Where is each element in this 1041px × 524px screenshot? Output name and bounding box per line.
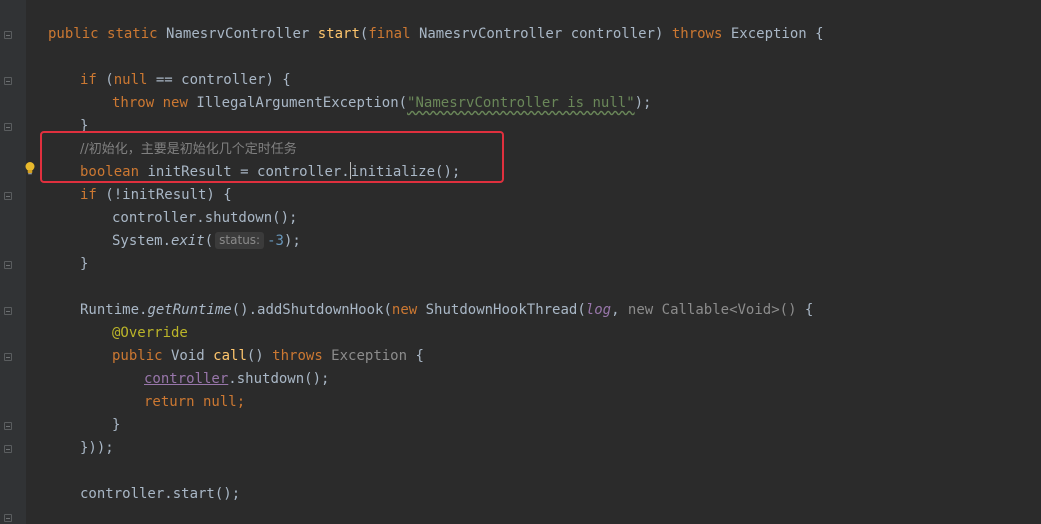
number-literal: -3 (267, 233, 284, 249)
keyword: throws (272, 348, 323, 364)
exception-type: Exception (730, 26, 807, 42)
code-editor[interactable]: public static NamesrvController start ( fi… (0, 0, 1041, 524)
editor-gutter (0, 0, 26, 524)
lightbulb-icon[interactable] (23, 161, 37, 175)
fold-marker-icon[interactable] (4, 123, 12, 131)
code-line-close-brace[interactable]: } (112, 414, 120, 437)
code-line-if-init[interactable]: if (!initResult) { (80, 184, 232, 207)
keyword: null (113, 72, 148, 88)
code-line-shutdown-hook[interactable]: Runtime.getRuntime().addShutdownHook(new… (80, 299, 813, 322)
return-type: NamesrvController (166, 26, 310, 42)
code-line-throw[interactable]: throw new IllegalArgumentException("Name… (112, 92, 651, 115)
keyword: null (194, 394, 237, 410)
code-text: == controller) { (147, 72, 291, 88)
code-line-return[interactable]: return null; (144, 391, 245, 414)
code-line-close-brace[interactable]: } (80, 253, 88, 276)
code-text: ); (283, 233, 301, 249)
code-line-start[interactable]: controller.start(); (80, 483, 240, 506)
keyword: return (144, 394, 195, 410)
param-name: controller (570, 26, 655, 42)
code-text: (!initResult) { (96, 187, 232, 203)
code-text: () (246, 348, 273, 364)
code-text: ( (204, 233, 214, 249)
keyword: public (48, 26, 99, 42)
param-type: NamesrvController (418, 26, 563, 42)
code-line-inner-shutdown[interactable]: controller.shutdown(); (144, 368, 329, 391)
fold-marker-icon[interactable] (4, 192, 12, 200)
fold-marker-icon[interactable] (4, 445, 12, 453)
code-text: { (796, 302, 814, 318)
static-field: log (585, 302, 612, 318)
code-text: Void (162, 348, 214, 364)
folded-anonymous-class: new Callable<Void>() (627, 302, 797, 318)
keyword: throws (671, 26, 723, 42)
code-text: IllegalArgumentException( (196, 95, 408, 111)
code-line-close-hook[interactable]: })); (80, 437, 114, 460)
method-name: start (317, 26, 360, 42)
code-text: .shutdown(); (228, 371, 330, 387)
fold-marker-icon[interactable] (4, 31, 12, 39)
highlight-box (40, 131, 504, 183)
code-text: System. (112, 233, 172, 249)
method-name: call (213, 348, 247, 364)
keyword: new (391, 302, 418, 318)
code-line-if-null[interactable]: if (null == controller) { (80, 69, 291, 92)
code-line-method-signature[interactable]: public static NamesrvController start(fi… (48, 23, 824, 46)
fold-marker-icon[interactable] (4, 353, 12, 361)
fold-marker-icon[interactable] (4, 261, 12, 269)
method-call: getRuntime (147, 302, 232, 318)
code-text: ); (634, 95, 652, 111)
code-text: ().addShutdownHook( (231, 302, 392, 318)
code-text: Runtime. (80, 302, 148, 318)
parameter-hint: status: (215, 232, 265, 249)
code-line-call-method[interactable]: public Void call() throws Exception { (112, 345, 424, 368)
code-text: , (611, 302, 628, 318)
keyword: if (80, 187, 97, 203)
keyword: final (368, 26, 411, 42)
fold-marker-icon[interactable] (4, 307, 12, 315)
string-literal: "NamesrvController is null" (407, 95, 635, 111)
keyword: static (107, 26, 158, 42)
exception-type: Exception (322, 348, 408, 364)
code-line-annotation[interactable]: @Override (112, 322, 188, 345)
fold-marker-icon[interactable] (4, 422, 12, 430)
code-line-system-exit[interactable]: System.exit(status: -3); (112, 230, 301, 253)
code-text: ; (236, 394, 246, 410)
code-line-shutdown[interactable]: controller.shutdown(); (112, 207, 297, 230)
captured-variable: controller (144, 371, 229, 387)
keyword: if (80, 72, 97, 88)
keyword: new (162, 95, 188, 111)
code-text: { (407, 348, 424, 364)
fold-marker-icon[interactable] (4, 77, 12, 85)
keyword: throw (112, 95, 155, 111)
method-call: exit (171, 233, 205, 249)
code-text: ShutdownHookThread( (417, 302, 586, 318)
fold-marker-icon[interactable] (4, 514, 12, 522)
keyword: public (112, 348, 163, 364)
